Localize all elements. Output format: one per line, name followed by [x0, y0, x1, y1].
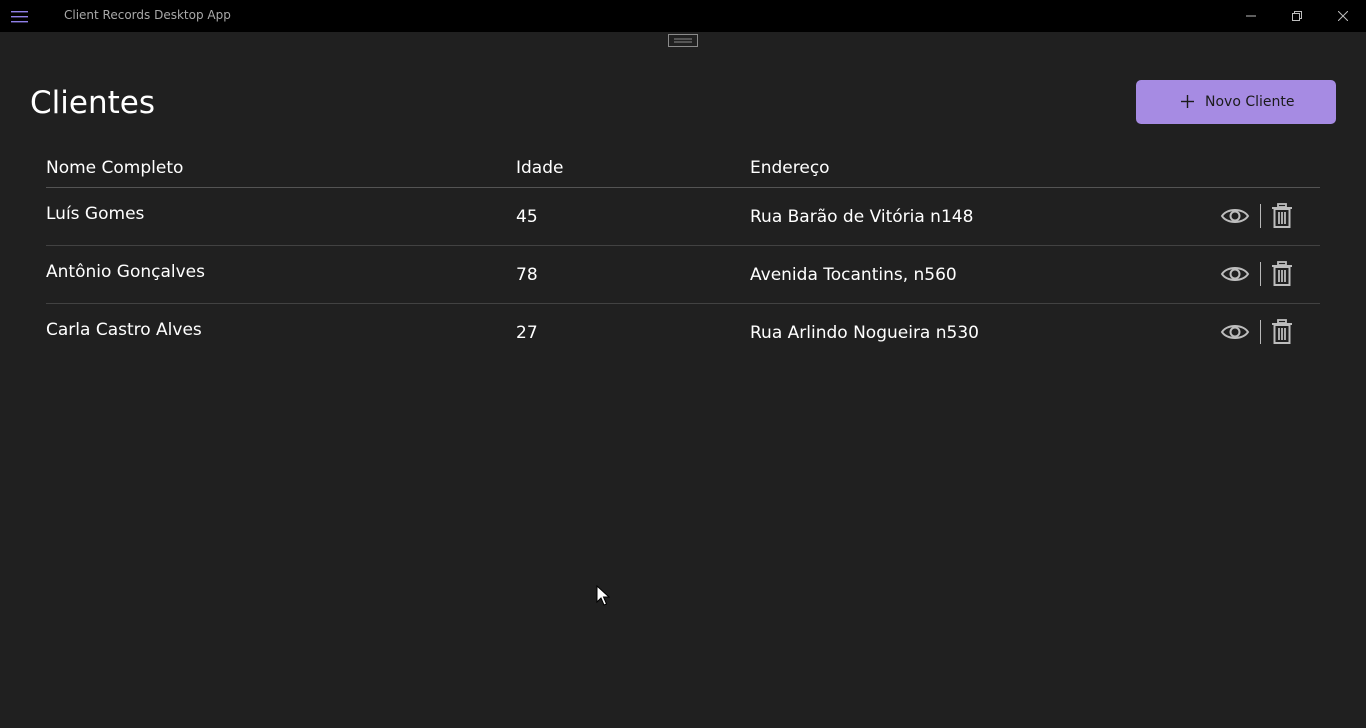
hamburger-icon[interactable]	[11, 9, 28, 23]
maximize-button[interactable]	[1274, 0, 1320, 32]
close-button[interactable]	[1320, 0, 1366, 32]
action-divider	[1260, 320, 1261, 344]
delete-button[interactable]	[1271, 319, 1293, 345]
drag-handle-icon[interactable]	[668, 32, 698, 47]
view-button[interactable]	[1220, 262, 1250, 286]
column-header-address: Endereço	[750, 158, 830, 178]
view-button[interactable]	[1220, 320, 1250, 344]
plus-icon	[1181, 95, 1194, 108]
page-title: Clientes	[30, 85, 155, 121]
trash-icon	[1272, 319, 1292, 344]
client-age: 45	[516, 207, 538, 227]
title-bar: Client Records Desktop App	[0, 0, 1366, 32]
client-name: Carla Castro Alves	[46, 320, 202, 340]
client-name: Antônio Gonçalves	[46, 262, 205, 282]
action-divider	[1260, 204, 1261, 228]
client-age: 27	[516, 323, 538, 343]
client-address: Rua Barão de Vitória n148	[750, 207, 974, 227]
table-row: Carla Castro Alves 27 Rua Arlindo Noguei…	[46, 304, 1320, 362]
maximize-icon	[1292, 11, 1302, 21]
eye-icon	[1220, 325, 1250, 339]
client-address: Rua Arlindo Nogueira n530	[750, 323, 979, 343]
app-title: Client Records Desktop App	[64, 8, 231, 22]
column-header-age: Idade	[516, 158, 564, 178]
client-age: 78	[516, 265, 538, 285]
new-client-button[interactable]: Novo Cliente	[1136, 80, 1336, 124]
eye-icon	[1220, 209, 1250, 223]
mouse-cursor-icon	[596, 584, 611, 607]
close-icon	[1338, 11, 1348, 21]
table-row: Antônio Gonçalves 78 Avenida Tocantins, …	[46, 246, 1320, 304]
trash-icon	[1272, 203, 1292, 228]
minimize-button[interactable]	[1228, 0, 1274, 32]
trash-icon	[1272, 261, 1292, 286]
client-name: Luís Gomes	[46, 204, 145, 224]
table-row: Luís Gomes 45 Rua Barão de Vitória n148	[46, 188, 1320, 246]
delete-button[interactable]	[1271, 203, 1293, 229]
action-divider	[1260, 262, 1261, 286]
eye-icon	[1220, 267, 1250, 281]
view-button[interactable]	[1220, 204, 1250, 228]
new-client-label: Novo Cliente	[1205, 94, 1295, 110]
minimize-icon	[1246, 15, 1256, 17]
delete-button[interactable]	[1271, 261, 1293, 287]
column-header-name: Nome Completo	[46, 158, 184, 178]
client-address: Avenida Tocantins, n560	[750, 265, 957, 285]
